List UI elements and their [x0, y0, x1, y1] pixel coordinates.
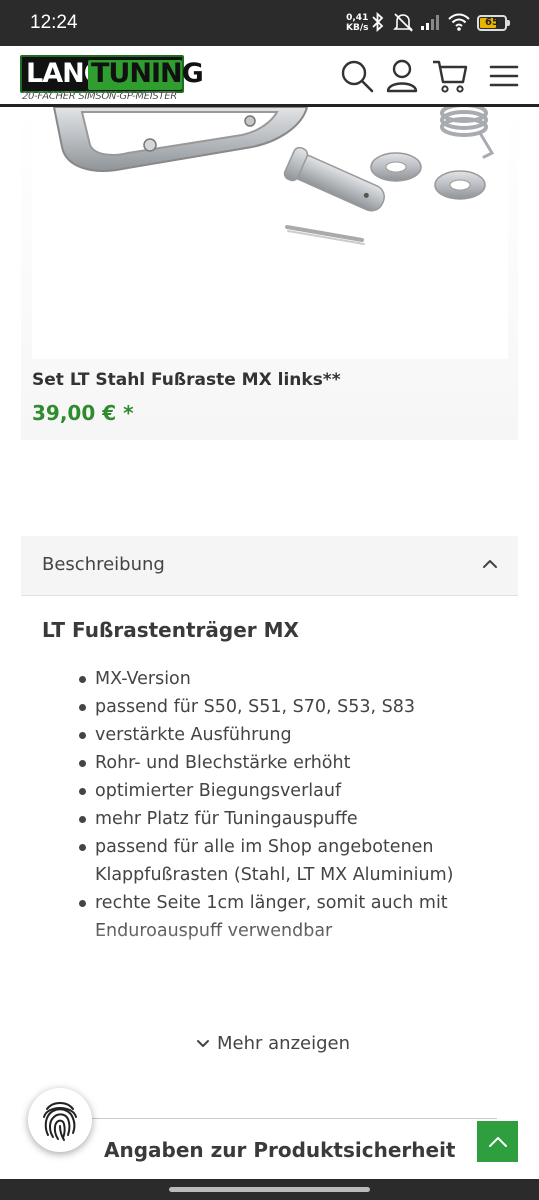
search-icon[interactable] — [339, 58, 375, 94]
net-speed: 0,41 KB/s — [346, 13, 368, 33]
accordion-label: Beschreibung — [42, 554, 165, 575]
logo-tagline: 20-FACHER SIMSON-GP-MEISTER — [22, 91, 177, 102]
wifi-icon — [448, 13, 470, 31]
net-speed-value: 0,41 — [346, 13, 369, 23]
feature-item: verstärkte Ausführung — [79, 721, 495, 749]
feature-item: passend für alle im Shop angebotenen Kla… — [79, 833, 495, 889]
mute-icon — [393, 13, 413, 32]
description-fade — [21, 920, 518, 980]
product-price: 39,00 € * — [32, 401, 134, 425]
status-bar: 12:24 0,41 KB/s 65 — [0, 0, 539, 46]
site-header: LANG TUNING 20-FACHER SIMSON-GP-MEISTER — [0, 46, 539, 106]
home-gesture-handle[interactable] — [169, 1187, 370, 1192]
account-icon[interactable] — [385, 58, 419, 94]
system-nav-bar — [0, 1179, 539, 1200]
feature-item: Rohr- und Blechstärke erhöht — [79, 749, 495, 777]
bluetooth-icon — [372, 12, 384, 32]
header-divider — [0, 104, 539, 107]
logo[interactable]: LANG TUNING 20-FACHER SIMSON-GP-MEISTER — [20, 55, 204, 105]
logo-box: LANG TUNING — [20, 55, 204, 93]
product-image[interactable] — [32, 107, 508, 359]
cart-icon[interactable] — [431, 58, 469, 94]
feature-item: mehr Platz für Tuningauspuffe — [79, 805, 495, 833]
chevron-up-icon[interactable] — [482, 558, 498, 570]
scroll-to-top-button[interactable] — [477, 1121, 518, 1162]
battery-icon: 65 — [477, 15, 510, 31]
feature-item: passend für S50, S51, S70, S53, S83 — [79, 693, 495, 721]
net-speed-unit: KB/s — [346, 23, 369, 33]
description-title: LT Fußrastenträger MX — [42, 618, 299, 642]
logo-word-tuning-bg: TUNING — [88, 58, 204, 90]
accordion-description-header[interactable]: Beschreibung — [21, 536, 518, 596]
logo-word-tuning: TUNING — [91, 58, 204, 89]
status-time: 12:24 — [30, 12, 78, 33]
chevron-up-icon — [489, 1137, 507, 1147]
menu-icon[interactable] — [489, 64, 519, 88]
section-divider — [92, 1118, 497, 1119]
fingerprint-button[interactable] — [28, 1088, 92, 1152]
product-photo — [52, 107, 495, 245]
product-title[interactable]: Set LT Stahl Fußraste MX links** — [32, 370, 341, 390]
feature-item: optimierter Biegungsverlauf — [79, 777, 495, 805]
battery-level: 65 — [485, 17, 499, 28]
chevron-down-icon — [197, 1040, 209, 1047]
feature-item: MX-Version — [79, 665, 495, 693]
product-safety-heading[interactable]: Angaben zur Produktsicherheit — [104, 1138, 456, 1162]
show-more-label: Mehr anzeigen — [217, 1033, 351, 1054]
feature-list: MX-Version passend für S50, S51, S70, S5… — [79, 665, 495, 945]
product-card[interactable]: Set LT Stahl Fußraste MX links** 39,00 €… — [21, 107, 518, 440]
signal-icon — [421, 15, 439, 30]
fingerprint-icon — [43, 1102, 77, 1141]
